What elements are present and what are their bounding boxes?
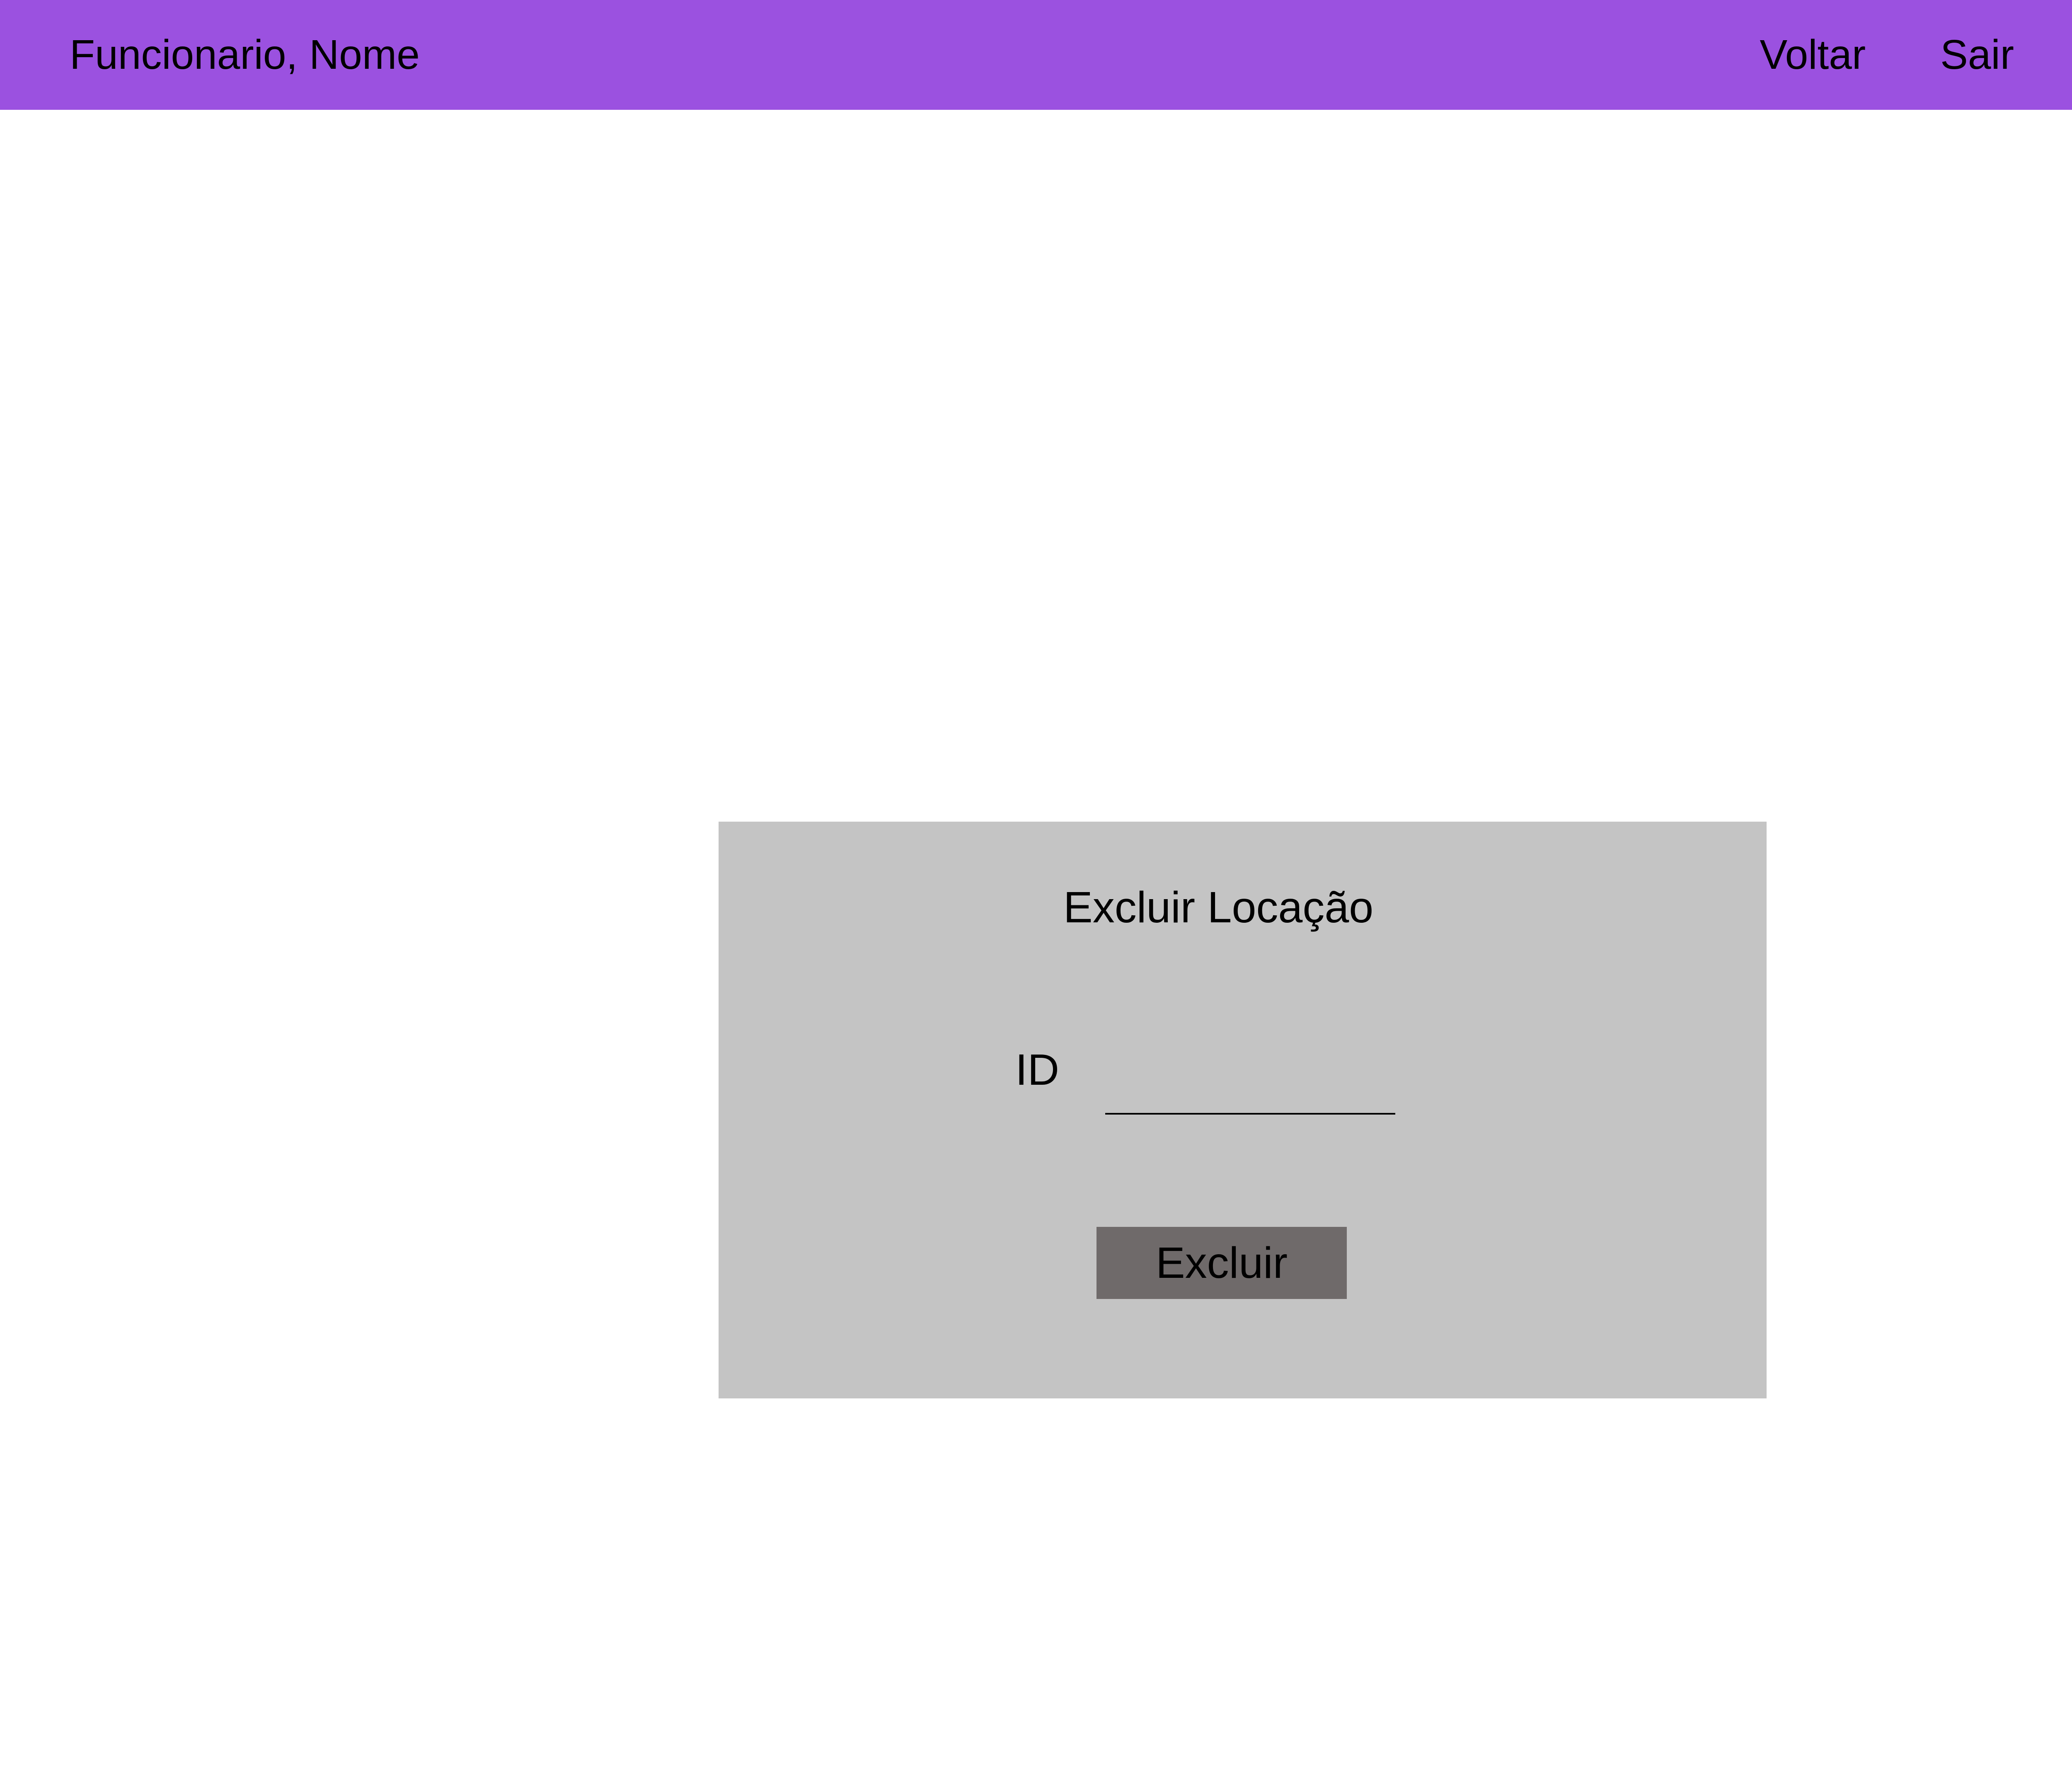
- top-header: Funcionario, Nome Voltar Sair: [0, 0, 2072, 110]
- back-link[interactable]: Voltar: [1760, 0, 1866, 110]
- user-name-label: Funcionario, Nome: [70, 31, 420, 78]
- id-input[interactable]: [1105, 1052, 1395, 1115]
- id-label: ID: [1015, 1045, 1059, 1094]
- logout-link[interactable]: Sair: [1940, 0, 2014, 110]
- header-nav: Voltar Sair: [1760, 0, 2014, 110]
- form-title: Excluir Locação: [1063, 883, 1374, 932]
- delete-button[interactable]: Excluir: [1097, 1227, 1347, 1299]
